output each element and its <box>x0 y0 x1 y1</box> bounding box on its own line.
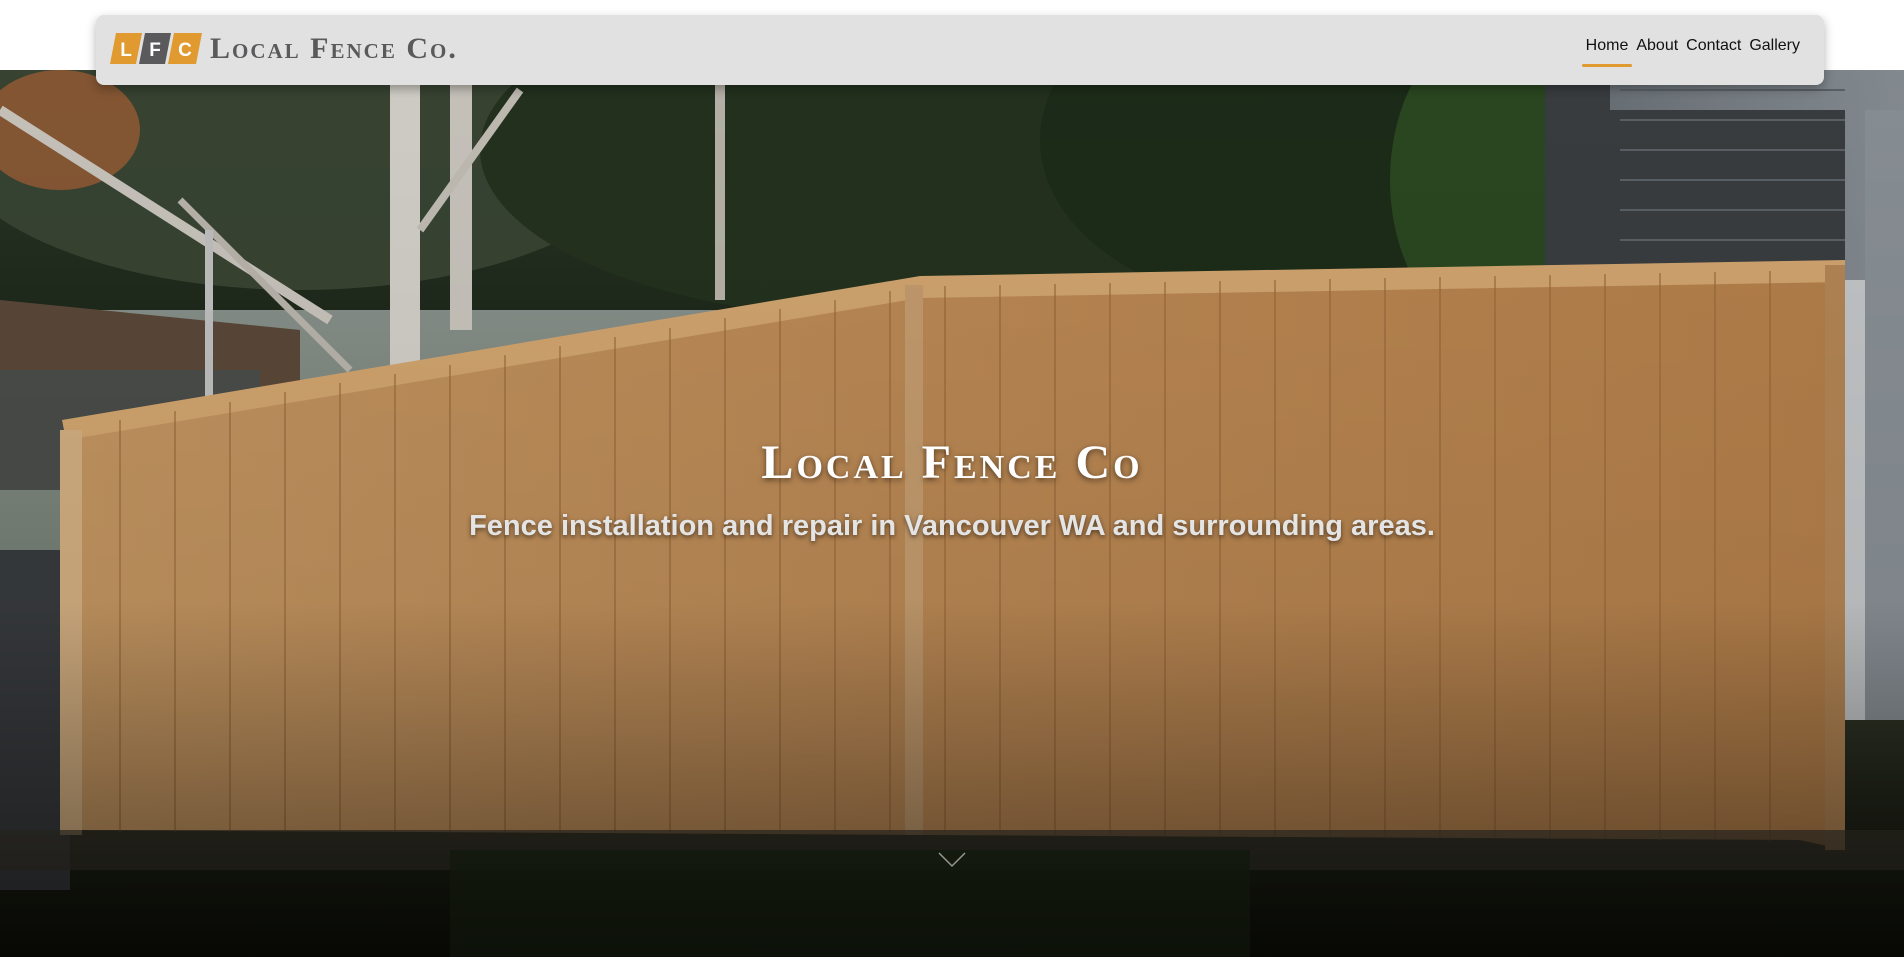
chevron-down-icon[interactable] <box>937 850 967 870</box>
logo-text: Local Fence Co. <box>210 32 458 65</box>
page: Local Fence Co Fence installation and re… <box>0 0 1904 957</box>
hero-subtitle: Fence installation and repair in Vancouv… <box>469 510 1435 542</box>
hero-section: Local Fence Co Fence installation and re… <box>0 70 1904 957</box>
logo-letter-f: F <box>149 40 161 61</box>
main-nav: Home About Contact Gallery <box>1581 37 1804 67</box>
logo-icon: L F C <box>110 33 202 64</box>
nav-item-contact[interactable]: Contact <box>1682 37 1745 61</box>
nav-item-about[interactable]: About <box>1632 37 1682 61</box>
site-header: L F C Local Fence Co. Home About Contact… <box>96 15 1824 85</box>
hero-content: Local Fence Co Fence installation and re… <box>0 435 1904 543</box>
hero-title: Local Fence Co <box>761 436 1143 489</box>
logo-letter-l: L <box>120 40 132 61</box>
logo-link[interactable]: L F C Local Fence Co. <box>110 33 458 64</box>
logo-letter-c: C <box>178 40 192 61</box>
nav-item-home[interactable]: Home <box>1581 37 1633 67</box>
nav-item-gallery[interactable]: Gallery <box>1745 37 1804 61</box>
